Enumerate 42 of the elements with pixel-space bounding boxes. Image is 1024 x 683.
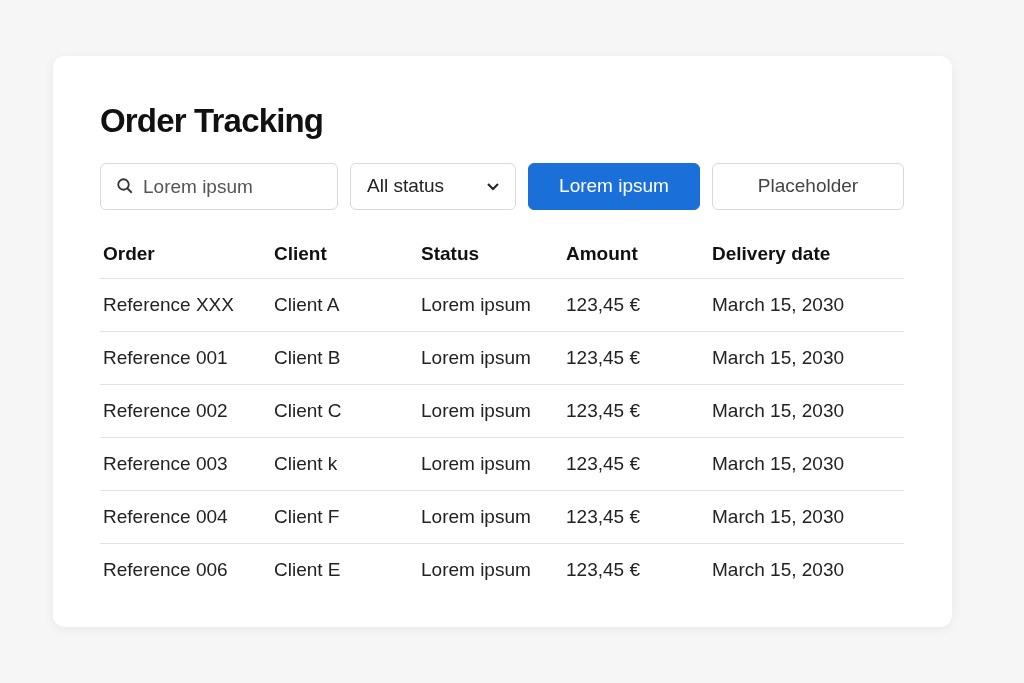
- table-cell: Lorem ipsum: [421, 452, 531, 474]
- table-cell: Lorem ipsum: [421, 346, 531, 368]
- table-cell: Lorem ipsum: [421, 559, 531, 581]
- table-cell: Client E: [274, 559, 341, 581]
- table-cell: 123,45 €: [566, 559, 640, 581]
- table-cell: Lorem ipsum: [421, 293, 531, 315]
- column-header: Delivery date: [712, 243, 831, 265]
- action-button[interactable]: Placeholder: [712, 163, 904, 210]
- table-cell: March 15, 2030: [712, 505, 845, 527]
- table-cell: March 15, 2030: [712, 293, 845, 315]
- table-cell: Client C: [274, 399, 342, 421]
- column-header: Client: [274, 243, 327, 265]
- search-field[interactable]: Lorem ipsum: [100, 163, 338, 210]
- table-cell: Reference 001: [103, 346, 228, 368]
- table-cell: 123,45 €: [566, 399, 640, 421]
- table-cell: March 15, 2030: [712, 346, 845, 368]
- table-cell: 123,45 €: [566, 346, 640, 368]
- chevron-down-icon: [487, 182, 499, 191]
- table-cell: Lorem ipsum: [421, 399, 531, 421]
- table-cell: March 15, 2030: [712, 559, 845, 581]
- status-dropdown[interactable]: All status: [350, 163, 516, 210]
- table-cell: Lorem ipsum: [421, 505, 531, 527]
- action-button[interactable]: Lorem ipsum: [528, 163, 700, 210]
- table-cell: Client F: [274, 505, 340, 527]
- table-cell: Reference XXX: [103, 293, 234, 315]
- table-cell: Client k: [274, 452, 338, 474]
- table-cell: Reference 004: [103, 505, 228, 527]
- page-title: Order Tracking: [100, 101, 324, 141]
- table-cell: March 15, 2030: [712, 399, 845, 421]
- table-cell: Client B: [274, 346, 341, 368]
- column-header: Status: [421, 243, 480, 265]
- table-cell: Reference 003: [103, 452, 228, 474]
- table-cell: Reference 006: [103, 559, 228, 581]
- table-cell: 123,45 €: [566, 505, 640, 527]
- column-header: Amount: [566, 243, 638, 265]
- table-cell: Client A: [274, 293, 340, 315]
- column-header: Order: [103, 243, 155, 265]
- table-cell: Reference 002: [103, 399, 228, 421]
- table-cell: March 15, 2030: [712, 452, 845, 474]
- table-cell: 123,45 €: [566, 293, 640, 315]
- search-icon: [116, 177, 134, 195]
- table-cell: 123,45 €: [566, 452, 640, 474]
